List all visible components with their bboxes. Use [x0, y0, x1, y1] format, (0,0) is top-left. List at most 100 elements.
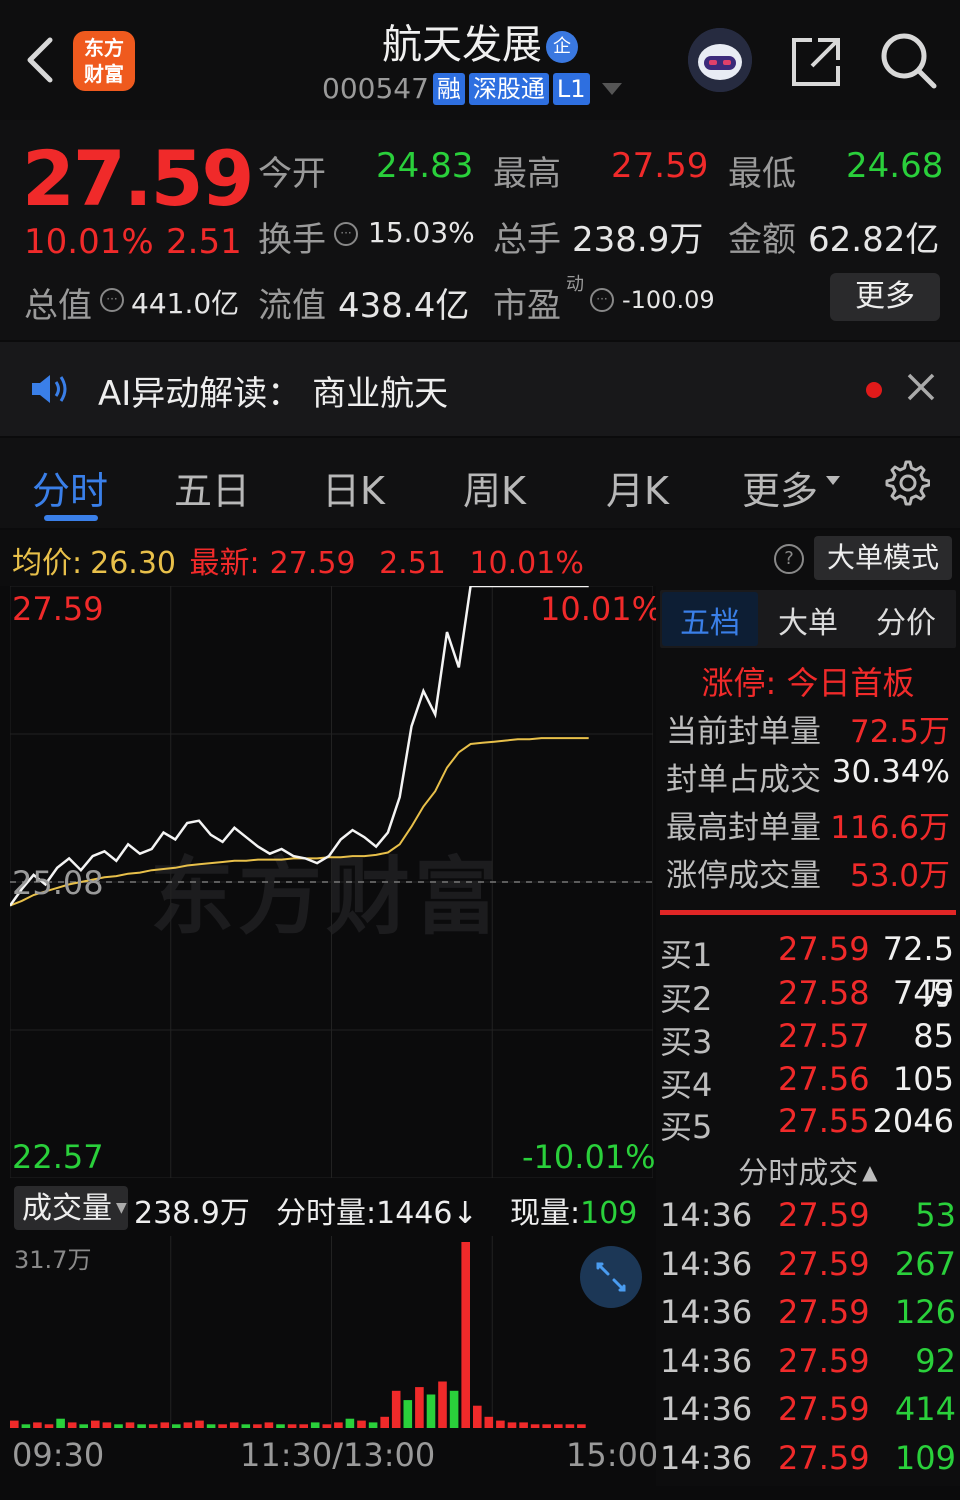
- tick-price: 27.59: [778, 1439, 870, 1477]
- high-value: 27.59: [611, 146, 709, 186]
- minute-volume: 分时量:1446↓: [276, 1188, 478, 1232]
- tick-price: 27.59: [778, 1196, 870, 1234]
- tab-price-dist[interactable]: 分价: [876, 598, 936, 642]
- volume-bar: [507, 1422, 517, 1428]
- ai-insight-text[interactable]: AI异动解读： 商业航天: [98, 366, 448, 415]
- seal-label: 封单占成交: [666, 762, 821, 798]
- volume-bar: [21, 1424, 31, 1428]
- volume-bar: [44, 1424, 54, 1428]
- volume-bars: [10, 1242, 586, 1428]
- volume-bar: [461, 1242, 470, 1428]
- info-dots-icon[interactable]: ···: [590, 288, 614, 312]
- caret-down-icon: [826, 476, 840, 485]
- time-label-close: 15:00: [566, 1436, 659, 1474]
- seal-label: 当前封单量: [666, 714, 821, 750]
- bid-price: 27.58: [778, 974, 870, 1012]
- bid-label: 买3: [660, 1023, 713, 1061]
- volume-indicator-select[interactable]: 成交量 ▼: [14, 1186, 128, 1230]
- tab-intraday[interactable]: 分时: [32, 460, 108, 515]
- volume-bar: [172, 1424, 181, 1428]
- tick-volume: 267: [894, 1245, 956, 1283]
- tick-time: 14:36: [660, 1439, 753, 1477]
- caret-down-icon[interactable]: [601, 82, 622, 95]
- bid-volume: 105: [892, 1060, 954, 1098]
- bid-price: 27.55: [778, 1102, 870, 1140]
- axis-bottom-pct: -10.01%: [522, 1138, 656, 1176]
- tick-list-title[interactable]: 分时成交 ▲: [656, 1148, 960, 1192]
- volume-bar: [102, 1422, 112, 1428]
- bid-row[interactable]: 买2 27.58 749: [660, 974, 954, 1020]
- info-dots-icon[interactable]: ···: [100, 288, 124, 312]
- pe-value: -100.09: [622, 286, 715, 314]
- tick-row: 14:36 27.59 126: [660, 1293, 956, 1331]
- search-icon[interactable]: [878, 30, 938, 90]
- ai-robot-icon[interactable]: [688, 28, 752, 92]
- tab-five-levels[interactable]: 五档: [680, 598, 740, 642]
- volume-bar: [125, 1422, 135, 1428]
- volume-bar: [206, 1424, 216, 1428]
- volume-bar: [114, 1424, 123, 1428]
- tick-title-text: 分时成交: [738, 1156, 859, 1191]
- latest-pct: 10.01%: [469, 546, 584, 581]
- avg-label: 均价:: [12, 546, 83, 581]
- seal-value: 116.6万: [830, 810, 950, 846]
- intraday-price-chart[interactable]: [10, 586, 653, 1178]
- tab-more[interactable]: 更多: [742, 460, 818, 515]
- tick-row: 14:36 27.59 414: [660, 1390, 956, 1428]
- help-icon[interactable]: ?: [774, 544, 804, 574]
- amount-label: 金额: [728, 220, 796, 260]
- tick-volume: 109: [894, 1439, 956, 1477]
- volume-bar: [449, 1390, 459, 1428]
- volume-bar: [10, 1420, 19, 1428]
- turnover-label: 换手: [258, 220, 326, 260]
- settings-gear-icon[interactable]: [882, 458, 930, 506]
- stock-code-row[interactable]: 000547 融 深股通 L1: [322, 72, 622, 105]
- volume-bar: [530, 1424, 540, 1428]
- bid-volume: 85: [913, 1017, 954, 1055]
- caret-down-icon: ▼: [116, 1200, 127, 1216]
- more-button[interactable]: 更多: [830, 273, 940, 321]
- turnover-value: 15.03%: [368, 216, 475, 249]
- close-icon[interactable]: [904, 370, 938, 404]
- info-dots-icon[interactable]: ···: [334, 222, 358, 246]
- volume-bar: [299, 1424, 308, 1428]
- volume-bar: [33, 1422, 42, 1428]
- tick-volume: 126: [894, 1293, 956, 1331]
- tab-daily-k[interactable]: 日K: [322, 460, 385, 515]
- tab-monthly-k[interactable]: 月K: [606, 460, 669, 515]
- bid-row[interactable]: 买4 27.56 105: [660, 1060, 954, 1106]
- bid-row[interactable]: 买3 27.57 85: [660, 1017, 954, 1063]
- down-arrow-icon: ↓: [452, 1196, 478, 1231]
- bid-price: 27.57: [778, 1017, 870, 1055]
- tick-time: 14:36: [660, 1245, 753, 1283]
- big-order-mode-button[interactable]: 大单模式: [814, 536, 952, 580]
- tab-big-orders[interactable]: 大单: [778, 598, 838, 642]
- open-label: 今开: [258, 154, 326, 194]
- volume-bar: [276, 1424, 285, 1428]
- low-label: 最低: [728, 154, 796, 194]
- volume-bar: [577, 1424, 586, 1428]
- bid-volume: 749: [892, 974, 954, 1012]
- volume-total: 238.9万: [134, 1196, 250, 1231]
- volume-chart[interactable]: [10, 1236, 653, 1428]
- expand-icon[interactable]: [580, 1246, 642, 1308]
- share-icon[interactable]: [788, 34, 844, 90]
- latest-label: 最新:: [189, 546, 260, 581]
- axis-top-price: 27.59: [12, 590, 104, 628]
- tab-five-day[interactable]: 五日: [174, 460, 250, 515]
- tab-weekly-k[interactable]: 周K: [463, 460, 526, 515]
- avg-value: 26.30: [90, 546, 176, 581]
- tick-volume: 92: [915, 1342, 956, 1380]
- volume-bar: [229, 1422, 239, 1428]
- minute-volume-value: 1446: [376, 1196, 453, 1231]
- volume-bar: [484, 1416, 494, 1428]
- volume-bar: [322, 1424, 332, 1428]
- axis-mid-price: 25.08: [12, 864, 104, 902]
- tick-time: 14:36: [660, 1390, 753, 1428]
- volume-axis-max: 31.7万: [14, 1246, 92, 1274]
- tick-time: 14:36: [660, 1196, 753, 1234]
- bid-row[interactable]: 买5 27.55 2046: [660, 1102, 954, 1148]
- volume-bar: [368, 1422, 378, 1428]
- bid-label: 买2: [660, 980, 713, 1018]
- float-value: 438.4亿: [338, 286, 470, 326]
